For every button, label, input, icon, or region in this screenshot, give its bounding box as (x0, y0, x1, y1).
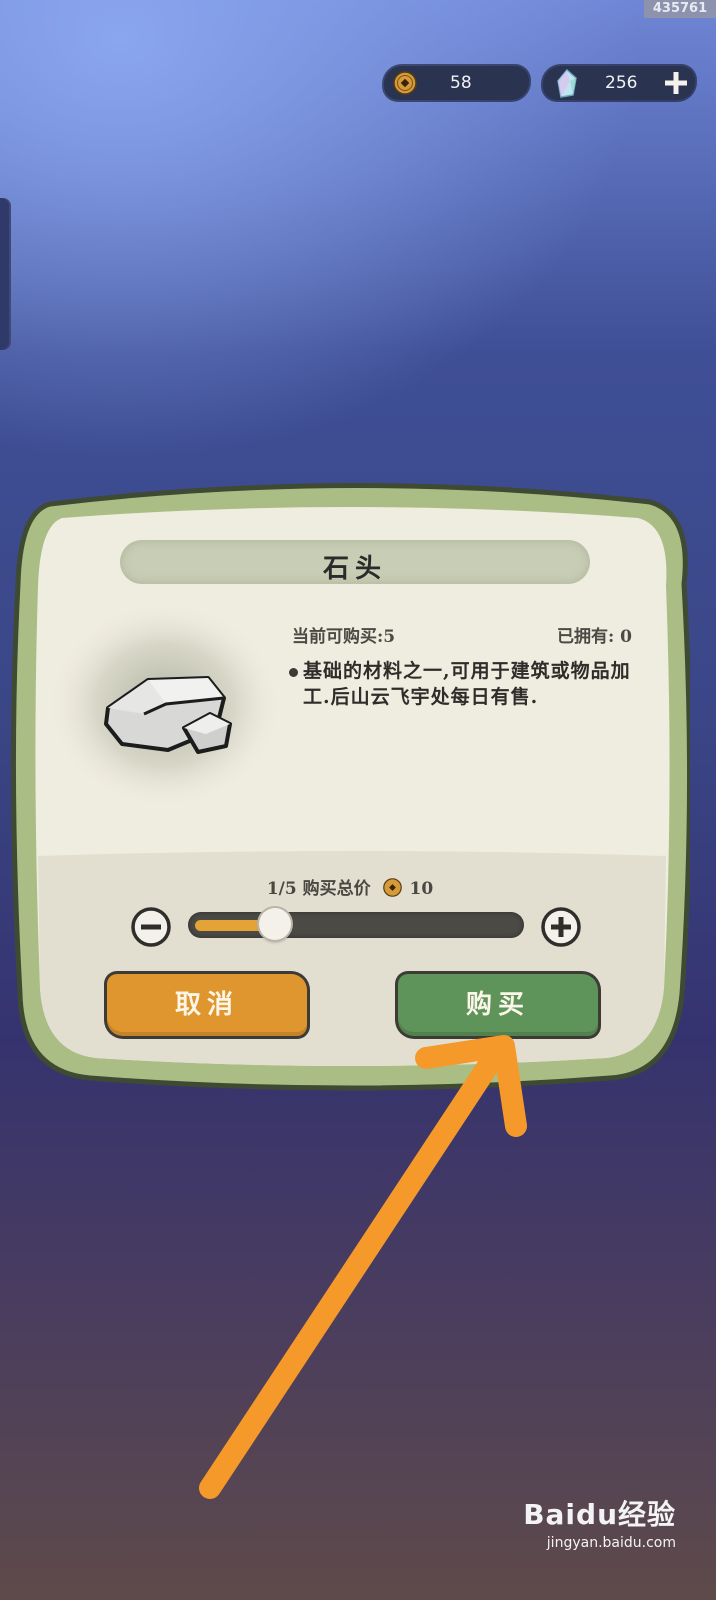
item-description: 基础的材料之一,可用于建筑或物品加工.后山云飞宇处每日有售. (303, 660, 631, 708)
gem-amount: 256 (605, 73, 638, 93)
purchase-dialog: 石头 当前可购买:5 已拥有: 0 基础的材料之一,可用于建筑或物品加工.后山云… (10, 474, 690, 1092)
coin-balance: 58 (384, 66, 529, 100)
side-drawer-handle[interactable] (0, 198, 11, 350)
add-gems-button[interactable] (663, 70, 689, 96)
watermark: Baidu经验 jingyan.baidu.com (523, 1493, 676, 1551)
owned-quantity: 已拥有: 0 (556, 627, 632, 647)
title-bar: 石头 (120, 540, 590, 584)
quantity-total-label: 1/5 购买总价 (266, 879, 371, 899)
jade-gem-icon (557, 69, 577, 98)
buy-button[interactable]: 购买 (398, 974, 598, 1036)
bullet-dot (289, 668, 298, 677)
copper-coin-icon (393, 71, 417, 95)
copper-coin-icon (382, 878, 402, 897)
total-price-value: 10 (409, 879, 434, 899)
stone-item-icon (50, 603, 280, 807)
available-quantity: 当前可购买:5 (292, 627, 396, 647)
watermark-url: jingyan.baidu.com (546, 1535, 676, 1551)
slider-handle[interactable] (259, 908, 292, 940)
coin-amount: 58 (450, 73, 472, 93)
watermark-logo: Baidu经验 (523, 1498, 676, 1531)
quantity-slider[interactable] (188, 908, 524, 940)
increase-quantity-button[interactable] (540, 906, 582, 948)
player-id-label: 435761 (644, 0, 716, 18)
item-name: 石头 (322, 554, 387, 584)
decrease-quantity-button[interactable] (130, 906, 172, 948)
total-price-row: 1/5 购买总价 10 (10, 874, 690, 899)
cancel-button[interactable]: 取消 (107, 974, 307, 1036)
gem-balance: 256 (543, 66, 695, 100)
